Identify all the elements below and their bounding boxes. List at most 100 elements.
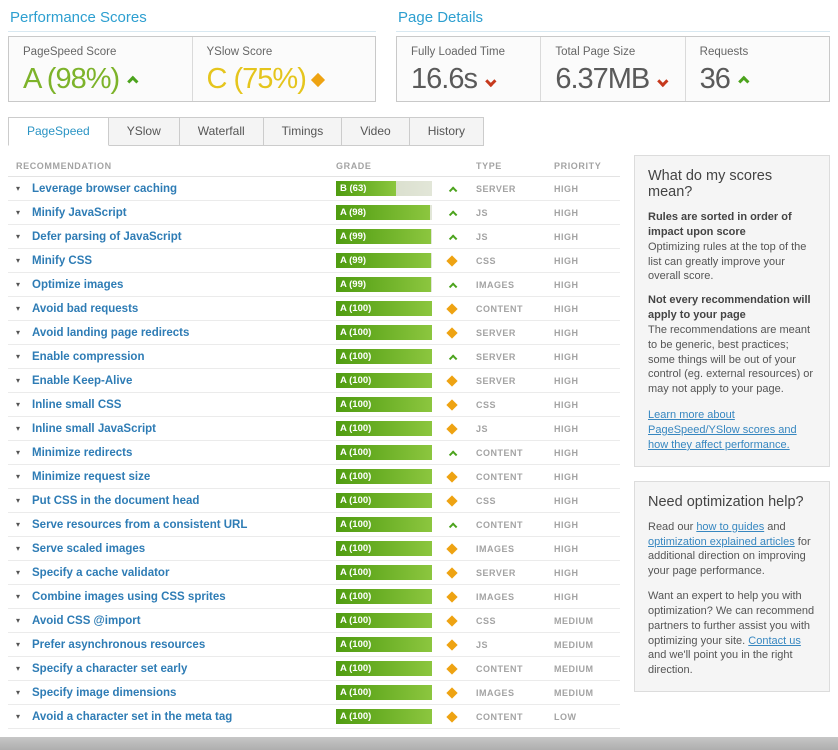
table-row[interactable]: ▾Put CSS in the document headA (100)CSSH… bbox=[8, 489, 620, 513]
recommendation-link[interactable]: Put CSS in the document head bbox=[32, 495, 336, 507]
table-row[interactable]: ▾Combine images using CSS spritesA (100)… bbox=[8, 585, 620, 609]
expand-arrow-icon[interactable]: ▾ bbox=[16, 664, 32, 673]
expand-arrow-icon[interactable]: ▾ bbox=[16, 280, 32, 289]
recommendation-link[interactable]: Defer parsing of JavaScript bbox=[32, 231, 336, 243]
expand-arrow-icon[interactable]: ▾ bbox=[16, 232, 32, 241]
scores-info-body: The recommendations are meant to be gene… bbox=[648, 323, 816, 397]
tab-timings[interactable]: Timings bbox=[264, 117, 343, 146]
table-row[interactable]: ▾Avoid CSS @importA (100)CSSMEDIUM bbox=[8, 609, 620, 633]
expand-arrow-icon[interactable]: ▾ bbox=[16, 256, 32, 265]
expand-arrow-icon[interactable]: ▾ bbox=[16, 400, 32, 409]
expand-arrow-icon[interactable]: ▾ bbox=[16, 328, 32, 337]
recommendation-link[interactable]: Enable compression bbox=[32, 351, 336, 363]
sidebar-link[interactable]: Contact us bbox=[748, 635, 801, 647]
recommendation-link[interactable]: Combine images using CSS sprites bbox=[32, 591, 336, 603]
expand-arrow-icon[interactable]: ▾ bbox=[16, 376, 32, 385]
recommendation-link[interactable]: Optimize images bbox=[32, 279, 336, 291]
expand-arrow-icon[interactable]: ▾ bbox=[16, 448, 32, 457]
recommendation-link[interactable]: Enable Keep-Alive bbox=[32, 375, 336, 387]
expand-arrow-icon[interactable]: ▾ bbox=[16, 592, 32, 601]
recommendation-link[interactable]: Avoid landing page redirects bbox=[32, 327, 336, 339]
expand-arrow-icon[interactable]: ▾ bbox=[16, 208, 32, 217]
table-row[interactable]: ▾Specify a cache validatorA (100)SERVERH… bbox=[8, 561, 620, 585]
tab-pagespeed[interactable]: PageSpeed bbox=[8, 117, 109, 146]
grade-label: A (99) bbox=[340, 229, 366, 244]
table-row[interactable]: ▾Prefer asynchronous resourcesA (100)JSM… bbox=[8, 633, 620, 657]
sidebar-link[interactable]: optimization explained articles bbox=[648, 536, 795, 548]
priority-label: HIGH bbox=[554, 400, 620, 410]
grade-bar: A (99) bbox=[336, 277, 432, 292]
expand-arrow-icon[interactable]: ▾ bbox=[16, 472, 32, 481]
recommendation-link[interactable]: Leverage browser caching bbox=[32, 183, 336, 195]
recommendation-link[interactable]: Minify JavaScript bbox=[32, 207, 336, 219]
recommendation-link[interactable]: Specify a character set early bbox=[32, 663, 336, 675]
table-row[interactable]: ▾Avoid landing page redirectsA (100)SERV… bbox=[8, 321, 620, 345]
tab-yslow[interactable]: YSlow bbox=[109, 117, 180, 146]
grade-bar: A (100) bbox=[336, 613, 432, 628]
table-row[interactable]: ▾Avoid bad requestsA (100)CONTENTHIGH bbox=[8, 297, 620, 321]
table-row[interactable]: ▾Optimize imagesA (99)IMAGESHIGH bbox=[8, 273, 620, 297]
tab-history[interactable]: History bbox=[410, 117, 484, 146]
recommendation-link[interactable]: Minimize redirects bbox=[32, 447, 336, 459]
priority-label: HIGH bbox=[554, 520, 620, 530]
expand-arrow-icon[interactable]: ▾ bbox=[16, 616, 32, 625]
table-row[interactable]: ▾Serve resources from a consistent URLA … bbox=[8, 513, 620, 537]
type-label: SERVER bbox=[476, 184, 554, 194]
tab-waterfall[interactable]: Waterfall bbox=[180, 117, 264, 146]
recommendation-link[interactable]: Minify CSS bbox=[32, 255, 336, 267]
recommendation-link[interactable]: Specify a cache validator bbox=[32, 567, 336, 579]
expand-arrow-icon[interactable]: ▾ bbox=[16, 688, 32, 697]
table-row[interactable]: ▾Enable compressionA (100)SERVERHIGH bbox=[8, 345, 620, 369]
recommendation-link[interactable]: Serve scaled images bbox=[32, 543, 336, 555]
table-row[interactable]: ▾Leverage browser cachingB (63)SERVERHIG… bbox=[8, 177, 620, 201]
performance-scores-title: Performance Scores bbox=[8, 8, 376, 32]
grade-label: A (100) bbox=[340, 301, 371, 316]
table-row[interactable]: ▾Enable Keep-AliveA (100)SERVERHIGH bbox=[8, 369, 620, 393]
expand-arrow-icon[interactable]: ▾ bbox=[16, 544, 32, 553]
table-row[interactable]: ▾Specify a character set earlyA (100)CON… bbox=[8, 657, 620, 681]
learn-more-link[interactable]: Learn more about PageSpeed/YSlow scores … bbox=[648, 409, 797, 451]
table-row[interactable]: ▾Minimize redirectsA (100)CONTENTHIGH bbox=[8, 441, 620, 465]
expand-arrow-icon[interactable]: ▾ bbox=[16, 496, 32, 505]
recommendation-link[interactable]: Prefer asynchronous resources bbox=[32, 639, 336, 651]
recommendation-link[interactable]: Avoid CSS @import bbox=[32, 615, 336, 627]
diamond-icon bbox=[446, 471, 457, 482]
expand-arrow-icon[interactable]: ▾ bbox=[16, 640, 32, 649]
priority-label: HIGH bbox=[554, 232, 620, 242]
recommendation-link[interactable]: Avoid bad requests bbox=[32, 303, 336, 315]
expand-arrow-icon[interactable]: ▾ bbox=[16, 184, 32, 193]
grade-bar: A (100) bbox=[336, 661, 432, 676]
grade-bar: A (100) bbox=[336, 469, 432, 484]
recommendation-link[interactable]: Minimize request size bbox=[32, 471, 336, 483]
table-row[interactable]: ▾Minify CSSA (99)CSSHIGH bbox=[8, 249, 620, 273]
page-details-title: Page Details bbox=[396, 8, 830, 32]
table-row[interactable]: ▾Minify JavaScriptA (98)JSHIGH bbox=[8, 201, 620, 225]
recommendation-link[interactable]: Inline small JavaScript bbox=[32, 423, 336, 435]
table-row[interactable]: ▾Minimize request sizeA (100)CONTENTHIGH bbox=[8, 465, 620, 489]
table-row[interactable]: ▾Avoid a character set in the meta tagA … bbox=[8, 705, 620, 729]
recommendation-link[interactable]: Avoid a character set in the meta tag bbox=[32, 711, 336, 723]
recommendation-link[interactable]: Specify image dimensions bbox=[32, 687, 336, 699]
expand-arrow-icon[interactable]: ▾ bbox=[16, 424, 32, 433]
table-row[interactable]: ▾Serve scaled imagesA (100)IMAGESHIGH bbox=[8, 537, 620, 561]
expand-arrow-icon[interactable]: ▾ bbox=[16, 352, 32, 361]
type-label: JS bbox=[476, 424, 554, 434]
grade-bar: A (99) bbox=[336, 253, 432, 268]
table-row[interactable]: ▾Inline small CSSA (100)CSSHIGH bbox=[8, 393, 620, 417]
expand-arrow-icon[interactable]: ▾ bbox=[16, 568, 32, 577]
diamond-icon bbox=[446, 423, 457, 434]
expand-arrow-icon[interactable]: ▾ bbox=[16, 520, 32, 529]
sidebar-link[interactable]: how to guides bbox=[696, 521, 764, 533]
expand-arrow-icon[interactable]: ▾ bbox=[16, 712, 32, 721]
performance-scores-box: PageSpeed Score A (98%) YSlow Score C (7… bbox=[8, 36, 376, 102]
grade-bar: A (100) bbox=[336, 445, 432, 460]
tab-video[interactable]: Video bbox=[342, 117, 409, 146]
table-row[interactable]: ▾Inline small JavaScriptA (100)JSHIGH bbox=[8, 417, 620, 441]
expand-arrow-icon[interactable]: ▾ bbox=[16, 304, 32, 313]
recommendation-link[interactable]: Serve resources from a consistent URL bbox=[32, 519, 336, 531]
table-row[interactable]: ▾Specify image dimensionsA (100)IMAGESME… bbox=[8, 681, 620, 705]
grade-bar: A (100) bbox=[336, 541, 432, 556]
table-row[interactable]: ▾Defer parsing of JavaScriptA (99)JSHIGH bbox=[8, 225, 620, 249]
recommendation-link[interactable]: Inline small CSS bbox=[32, 399, 336, 411]
page-details-box: Fully Loaded Time 16.6s Total Page Size … bbox=[396, 36, 830, 102]
